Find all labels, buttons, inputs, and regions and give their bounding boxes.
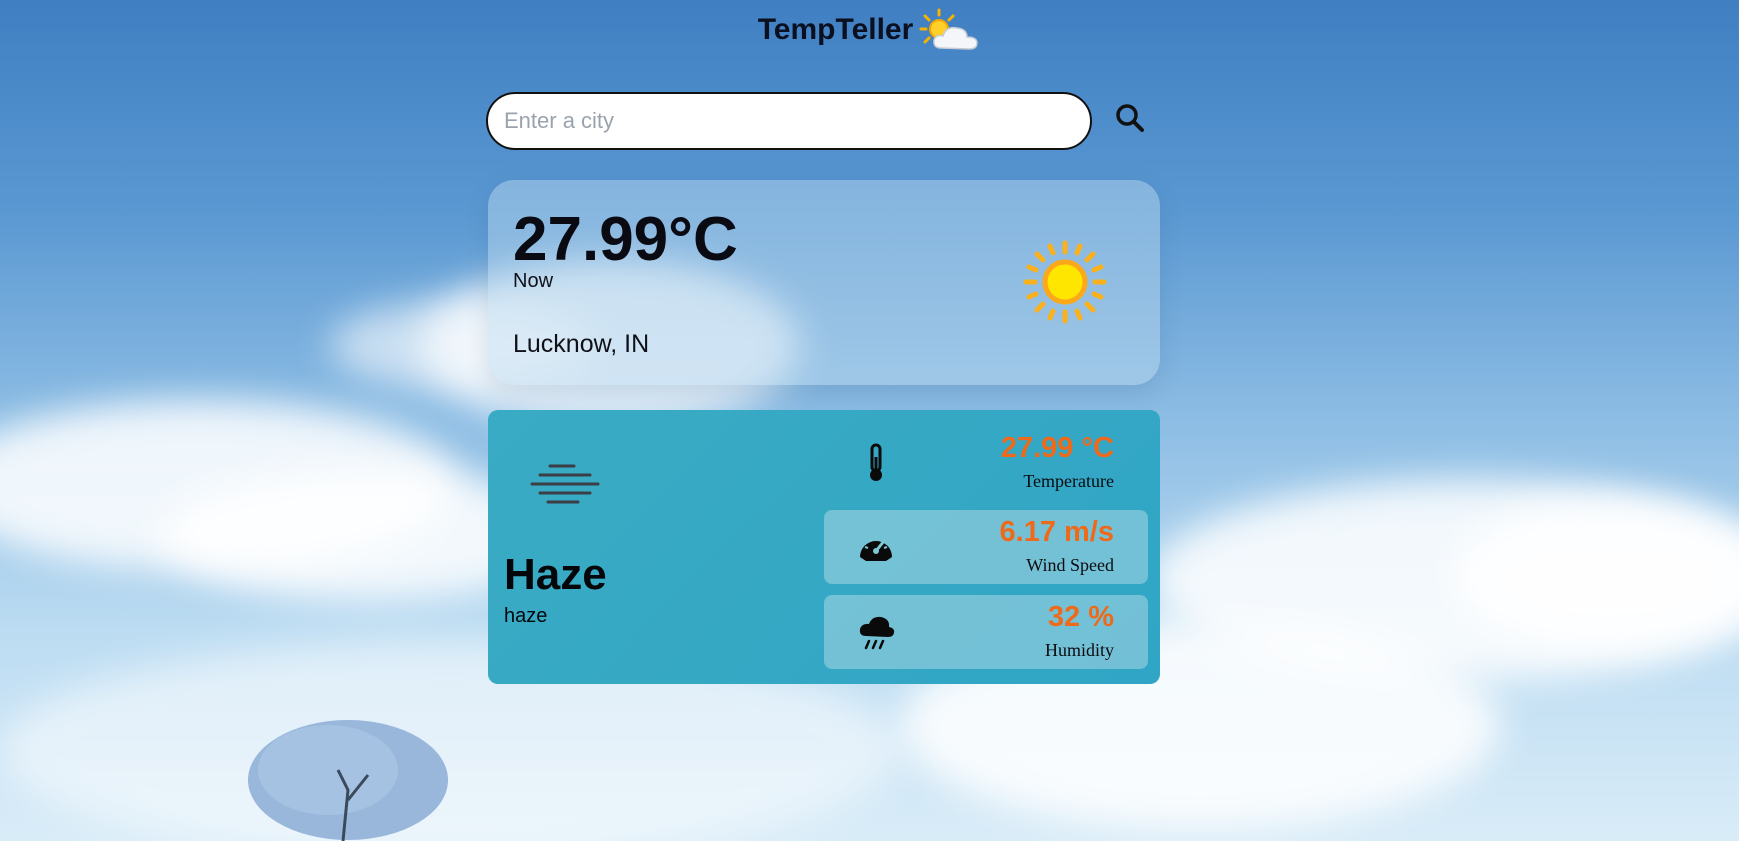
wind-speed-label: Wind Speed [1026, 555, 1114, 575]
stat-wind-speed: 6.17 m/s Wind Speed [824, 510, 1148, 584]
humidity-value: 32 % [1047, 601, 1114, 633]
current-weather-card: 27.99°C Now Lucknow, IN [488, 180, 1160, 385]
temperature-label: Temperature [1023, 471, 1114, 491]
condition-description: haze [504, 605, 548, 627]
sun-behind-cloud-icon [919, 8, 979, 50]
thermometer-icon [870, 443, 882, 481]
humidity-label: Humidity [1044, 640, 1114, 660]
tree-image [248, 720, 448, 841]
sun-icon [1023, 240, 1107, 324]
weather-details-card: Haze haze 27.99 °C Temperature 6.17 m/s … [488, 410, 1160, 684]
search-icon[interactable] [1112, 100, 1148, 136]
stat-temperature: 27.99 °C Temperature [824, 426, 1148, 500]
location-label: Lucknow, IN [513, 330, 650, 358]
search-bar [486, 92, 1092, 150]
time-label: Now [513, 270, 554, 292]
app-title: TempTeller [757, 13, 914, 46]
app-header: TempTeller [0, 8, 1739, 52]
temperature-value: 27.99 °C [1000, 432, 1114, 464]
rain-cloud-icon [859, 616, 895, 650]
condition-main: Haze [504, 550, 607, 599]
current-temperature: 27.99°C [513, 205, 738, 274]
speedometer-icon [860, 535, 892, 561]
wind-speed-value: 6.17 m/s [999, 516, 1114, 548]
stat-humidity: 32 % Humidity [824, 595, 1148, 669]
haze-icon [530, 464, 600, 504]
city-search-input[interactable] [486, 92, 1092, 150]
